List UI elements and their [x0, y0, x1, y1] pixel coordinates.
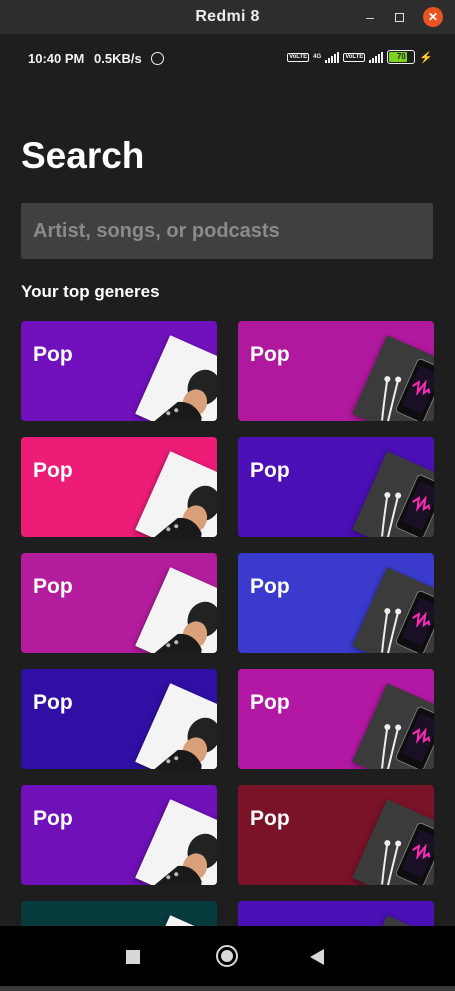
- genre-artwork: [352, 335, 434, 421]
- genre-label: Pop: [33, 575, 73, 598]
- volte-icon-2: VoLTE: [343, 52, 366, 62]
- genre-label: Pop: [33, 343, 73, 366]
- search-input[interactable]: [21, 203, 433, 259]
- navigation-bar: [0, 926, 455, 986]
- genre-artwork: [135, 915, 217, 926]
- genre-card[interactable]: Pop: [21, 321, 217, 421]
- minimize-button[interactable]: –: [360, 7, 380, 27]
- battery-percent: 70: [396, 52, 406, 61]
- volte-icon: VoLTE: [287, 52, 310, 62]
- back-button[interactable]: [310, 949, 324, 965]
- battery-icon: 70: [387, 50, 416, 64]
- genre-card[interactable]: Pop: [238, 553, 434, 653]
- genre-card[interactable]: Pop: [238, 901, 434, 926]
- genre-artwork: [352, 451, 434, 537]
- genre-card[interactable]: Pop: [21, 437, 217, 537]
- genre-card[interactable]: Pop: [238, 437, 434, 537]
- host-taskbar-strip: [0, 986, 455, 991]
- genre-label: Pop: [250, 807, 290, 830]
- signal-icon-2: [369, 51, 384, 63]
- genre-label: Pop: [250, 575, 290, 598]
- home-button[interactable]: [216, 945, 238, 967]
- genre-label: Pop: [250, 459, 290, 482]
- page-title: Search: [21, 135, 145, 176]
- genre-card[interactable]: Pop: [238, 785, 434, 885]
- genre-label: Pop: [33, 807, 73, 830]
- status-time: 10:40 PM: [28, 51, 85, 66]
- status-bar: 10:40 PM 0.5KB/s VoLTE 4G VoLTE 70 ⚡: [0, 34, 455, 82]
- genre-card[interactable]: Pop: [238, 669, 434, 769]
- genre-artwork: [352, 799, 434, 885]
- section-title: Your top generes: [21, 282, 160, 301]
- genre-artwork: [352, 915, 434, 926]
- genre-artwork: [352, 683, 434, 769]
- genre-label: Pop: [33, 459, 73, 482]
- status-net-speed: 0.5KB/s: [94, 51, 142, 66]
- genre-card[interactable]: Pop: [21, 669, 217, 769]
- window-titlebar: Redmi 8 – ✕: [0, 0, 455, 34]
- close-button[interactable]: ✕: [423, 7, 443, 27]
- maximize-button[interactable]: [389, 7, 409, 27]
- recents-button[interactable]: [126, 950, 140, 964]
- genre-artwork: [135, 683, 217, 769]
- genre-card[interactable]: Pop: [21, 553, 217, 653]
- maximize-icon: [394, 13, 404, 22]
- genre-label: Pop: [33, 691, 73, 714]
- charging-icon: ⚡: [419, 51, 433, 64]
- genre-card[interactable]: Pop: [21, 785, 217, 885]
- genre-label: Pop: [250, 343, 290, 366]
- window-title: Redmi 8: [195, 8, 260, 25]
- phone-screen: 10:40 PM 0.5KB/s VoLTE 4G VoLTE 70 ⚡ Sea…: [0, 34, 455, 926]
- network-type: 4G: [313, 54, 322, 60]
- genre-artwork: [135, 567, 217, 653]
- genre-artwork: [135, 799, 217, 885]
- alarm-icon: [151, 52, 165, 65]
- signal-icon: [325, 51, 340, 63]
- genre-artwork: [352, 567, 434, 653]
- genre-card[interactable]: Pop: [238, 321, 434, 421]
- genre-label: Pop: [250, 691, 290, 714]
- genre-card[interactable]: Pop: [21, 901, 217, 926]
- genre-artwork: [135, 451, 217, 537]
- genre-artwork: [135, 335, 217, 421]
